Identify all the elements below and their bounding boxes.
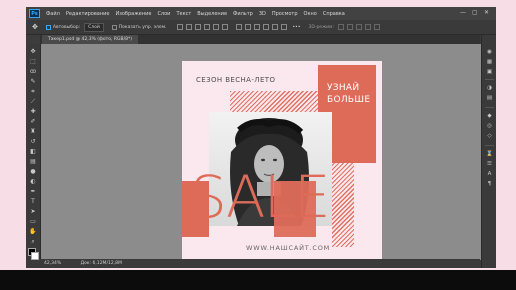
design-canvas[interactable]: СЕЗОН ВЕСНА-ЛЕТО УЗНАЙ БОЛЬШЕ SALE WWW.Н… — [182, 61, 382, 265]
menu-type[interactable]: Текст — [176, 11, 191, 17]
minimize-button[interactable]: — — [460, 9, 466, 16]
properties-panel-icon[interactable]: ☰ — [486, 161, 493, 167]
distribute-5-icon[interactable] — [271, 24, 278, 30]
align-center-icon[interactable] — [212, 24, 219, 30]
dodge-icon[interactable]: ◐ — [29, 178, 37, 186]
zoom-icon[interactable]: ⌕ — [29, 238, 37, 246]
align-middle-icon[interactable] — [185, 24, 192, 30]
menu-view[interactable]: Просмотр — [272, 11, 298, 17]
stamp-icon[interactable]: ♜ — [29, 128, 37, 136]
panel-separator — [485, 107, 494, 108]
gradient-icon[interactable]: ▤ — [29, 158, 37, 166]
pen-icon[interactable]: ✒ — [29, 188, 37, 196]
cta-line-1[interactable]: УЗНАЙ — [327, 83, 359, 93]
menu-layers[interactable]: Слои — [157, 11, 170, 17]
shape-icon[interactable]: ▭ — [29, 218, 37, 226]
distribute-3-icon[interactable] — [253, 24, 260, 30]
hand-icon[interactable]: ✋ — [29, 228, 37, 236]
show-controls-label: Показать упр. элем. — [118, 24, 167, 30]
auto-select-label: Автовыбор: — [52, 24, 81, 30]
menu-select[interactable]: Выделение — [197, 11, 227, 17]
status-bar: 42,34% Док: 6,12М/12,8М — [40, 259, 480, 268]
document-info[interactable]: Док: 6,12М/12,8М — [81, 261, 122, 266]
brush-icon[interactable]: ✐ — [29, 118, 37, 126]
document-tab[interactable]: Такер1.psd @ 42,3% (фото, RGB/8*) — [42, 35, 138, 44]
color-panel-icon[interactable]: ◉ — [486, 49, 493, 55]
healing-icon[interactable]: ✚ — [29, 108, 37, 116]
distribute-4-icon[interactable] — [262, 24, 269, 30]
eyedropper-icon[interactable]: ⟋ — [29, 98, 37, 106]
zoom-level[interactable]: 42,34% — [44, 261, 61, 266]
menu-help[interactable]: Справка — [323, 11, 345, 17]
align-bottom-icon[interactable] — [194, 24, 201, 30]
move-tool-icon[interactable]: ✥ — [32, 23, 38, 31]
align-left-icon[interactable] — [203, 24, 210, 30]
lasso-icon[interactable]: ꝏ — [29, 68, 37, 76]
type-icon[interactable]: T — [29, 198, 37, 206]
background-color-swatch[interactable] — [31, 252, 39, 260]
auto-select-dropdown[interactable]: Слой — [84, 22, 104, 32]
path-select-icon[interactable]: ➤ — [29, 208, 37, 216]
photoshop-window: Ps Файл Редактирование Изображение Слои … — [26, 7, 496, 268]
3d-roll-icon[interactable] — [346, 24, 353, 30]
show-controls-checkbox[interactable] — [111, 24, 117, 30]
3d-mode-label: 3D-режим: — [308, 24, 334, 30]
history-panel-icon[interactable]: ⌛ — [486, 151, 493, 157]
screen-bottom-bar — [0, 270, 516, 290]
3d-orbit-icon[interactable] — [337, 24, 344, 30]
align-right-icon[interactable] — [221, 24, 228, 30]
panel-separator — [485, 79, 494, 80]
distribute-6-icon[interactable] — [280, 24, 287, 30]
swatches-panel-icon[interactable]: ▦ — [486, 59, 493, 65]
distribute-2-icon[interactable] — [244, 24, 251, 30]
document-tab-bar: Такер1.psd @ 42,3% (фото, RGB/8*) — [40, 35, 480, 44]
photoshop-logo: Ps — [29, 9, 40, 18]
maximize-button[interactable]: ▢ — [472, 9, 478, 16]
eraser-icon[interactable]: ◧ — [29, 148, 37, 156]
channels-panel-icon[interactable]: ◎ — [486, 123, 493, 129]
menu-file[interactable]: Файл — [46, 11, 60, 17]
3d-slide-icon[interactable] — [364, 24, 371, 30]
cta-line-2[interactable]: БОЛЬШЕ — [327, 95, 370, 105]
character-panel-icon[interactable]: A — [486, 171, 493, 177]
menu-bar: Ps Файл Редактирование Изображение Слои … — [26, 7, 496, 20]
layers-panel-icon[interactable]: ◆ — [486, 113, 493, 119]
season-heading: СЕЗОН ВЕСНА-ЛЕТО — [196, 76, 276, 84]
history-brush-icon[interactable]: ↺ — [29, 138, 37, 146]
close-button[interactable]: ✕ — [484, 9, 489, 16]
distribute-1-icon[interactable] — [235, 24, 242, 30]
more-options-icon[interactable]: ••• — [293, 25, 301, 30]
menu-edit[interactable]: Редактирование — [66, 11, 110, 17]
move-icon[interactable]: ✥ — [29, 48, 37, 56]
menu-image[interactable]: Изображение — [115, 11, 151, 17]
paragraph-panel-icon[interactable]: ¶ — [486, 181, 493, 187]
library-panel-icon[interactable]: ▣ — [486, 69, 493, 75]
canvas-workspace[interactable]: СЕЗОН ВЕСНА-ЛЕТО УЗНАЙ БОЛЬШЕ SALE WWW.Н… — [41, 44, 482, 265]
tools-panel: ✥ ⬚ ꝏ ✎ ⌗ ⟋ ✚ ✐ ♜ ↺ ◧ ▤ ● ◐ ✒ T ➤ ▭ ✋ ⌕ — [26, 44, 41, 268]
crop-icon[interactable]: ⌗ — [29, 88, 37, 96]
auto-select-checkbox[interactable] — [45, 24, 51, 30]
menu-3d[interactable]: 3D — [259, 11, 266, 17]
options-bar: ✥ Автовыбор: Слой Показать упр. элем. ••… — [26, 20, 496, 35]
menu-window[interactable]: Окно — [304, 11, 317, 17]
blur-icon[interactable]: ● — [29, 168, 37, 176]
3d-scale-icon[interactable] — [373, 24, 380, 30]
right-panel-dock: ◉ ▦ ▣ ◑ ▤ ◆ ◎ ◇ ⌛ ☰ A ¶ — [481, 35, 496, 268]
marquee-icon[interactable]: ⬚ — [29, 58, 37, 66]
sale-headline: SALE — [190, 163, 331, 231]
quick-select-icon[interactable]: ✎ — [29, 78, 37, 86]
3d-pan-icon[interactable] — [355, 24, 362, 30]
menu-filter[interactable]: Фильтр — [233, 11, 253, 17]
styles-panel-icon[interactable]: ▤ — [486, 95, 493, 101]
adjustments-panel-icon[interactable]: ◑ — [486, 85, 493, 91]
align-top-icon[interactable] — [176, 24, 183, 30]
website-text[interactable]: WWW.НАШСАЙТ.COM — [246, 244, 330, 252]
paths-panel-icon[interactable]: ◇ — [486, 133, 493, 139]
panel-separator — [485, 145, 494, 146]
hatch-band-right — [332, 151, 354, 247]
